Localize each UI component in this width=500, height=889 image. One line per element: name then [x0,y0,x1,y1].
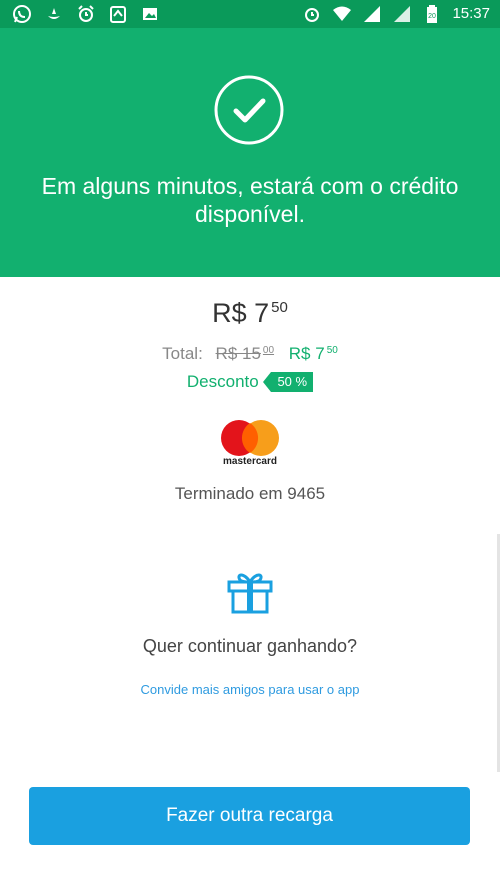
signal-icon [364,6,381,22]
checkmark-circle-icon [214,75,284,145]
signal-icon [394,6,411,22]
alarm-icon [305,8,320,22]
recharge-price: R$ 7 50 [0,298,500,329]
success-banner: Em alguns minutos, estará com o crédito … [0,28,500,277]
promo-question: Quer continuar ganhando? [142,636,358,656]
price-cents: 50 [271,299,288,316]
success-message: Em alguns minutos, estará com o crédito … [41,173,459,227]
invite-friends-link[interactable]: Convide mais amigos para usar o app [0,682,500,697]
alarm-icon [78,5,94,22]
svg-text:20: 20 [429,13,437,20]
clock: 15:37 [452,5,490,22]
battery-icon: 20 [427,5,438,23]
gift-icon [227,573,273,614]
old-price: R$ 15 00 [215,344,275,363]
card-brand: mastercard [223,456,277,467]
new-price: R$ 7 50 [288,344,338,363]
wifi-icon [333,6,352,21]
status-bar: 20 15:37 [0,0,500,28]
discount-label: Desconto [186,372,259,391]
clipboard-icon [110,6,126,23]
total-label: Total: [162,344,203,363]
discount-badge: 50 % [263,372,314,392]
app-icon [48,8,60,19]
whatsapp-icon [13,5,31,23]
card-ending: Terminado em 9465 [174,484,326,503]
price-main: R$ 7 [212,298,270,328]
image-icon [143,8,157,20]
discount-row: Desconto 50 % [0,372,500,392]
new-recharge-button[interactable]: Fazer outra recarga [29,787,470,845]
total-row: Total: R$ 15 00 R$ 7 50 [0,344,500,364]
